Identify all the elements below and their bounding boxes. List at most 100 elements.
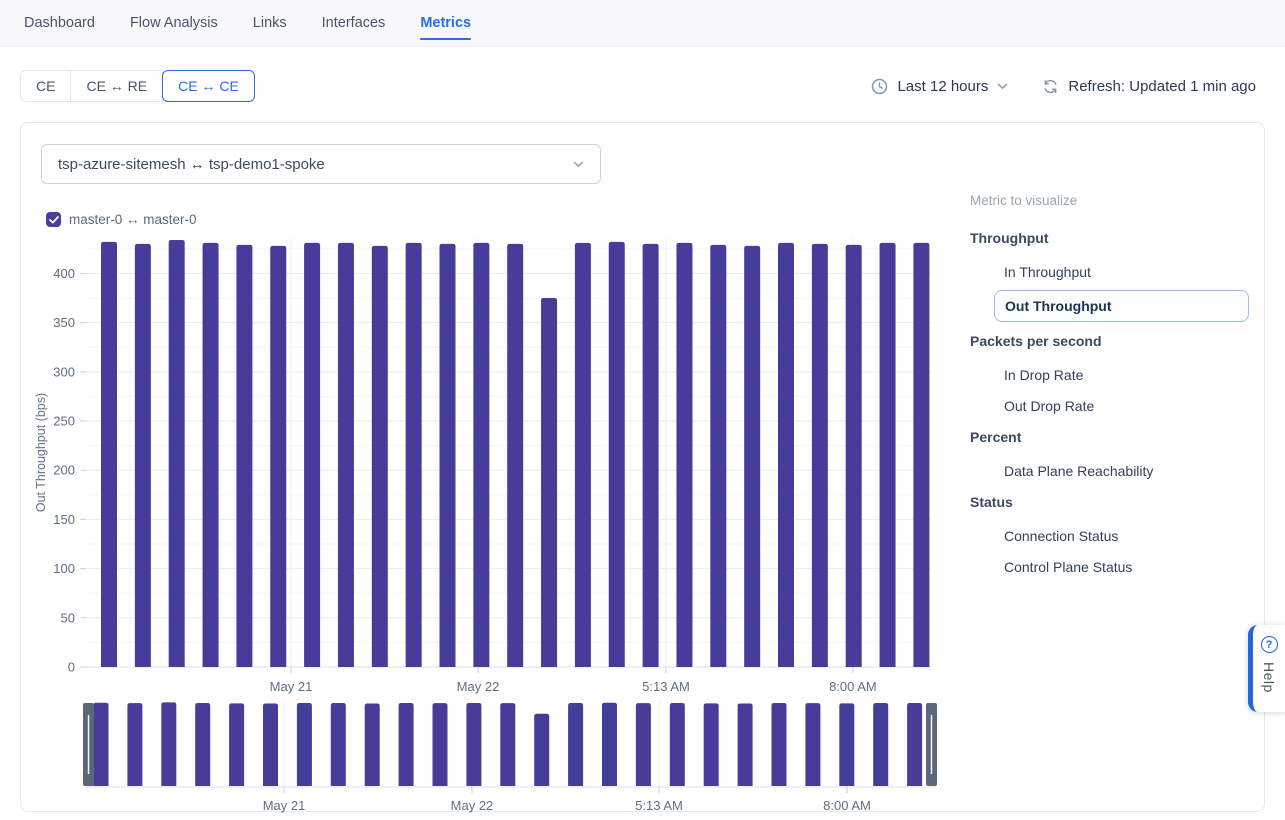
metrics-chart-svg: 0 50 100 150 200 250 300 350 400 May 21 May 22 5:13… xyxy=(21,223,966,815)
nav-bar xyxy=(161,702,176,786)
nav-bar xyxy=(602,703,617,786)
chart-bar[interactable] xyxy=(203,243,219,667)
refresh-status: Refresh: Updated 1 min ago xyxy=(1068,78,1256,95)
time-range-button[interactable]: Last 12 hours xyxy=(871,78,1008,95)
chart-bar[interactable] xyxy=(778,243,794,667)
y-axis-title: Out Throughput (bps) xyxy=(34,393,48,512)
chart-bar[interactable] xyxy=(473,243,489,667)
nav-bar xyxy=(229,703,244,786)
x-tick-label: May 22 xyxy=(457,679,500,694)
time-range-label: Last 12 hours xyxy=(897,78,988,95)
chart-bar[interactable] xyxy=(406,243,422,667)
segment-ce[interactable]: CE xyxy=(20,70,71,102)
y-tick-label: 0 xyxy=(68,660,75,675)
nav-bar xyxy=(195,703,210,786)
segment-ce-ce[interactable]: CE ↔ CE xyxy=(162,70,255,102)
chart-bar[interactable] xyxy=(169,240,185,667)
metric-item-out-throughput[interactable]: Out Throughput xyxy=(994,290,1249,322)
top-nav: Dashboard Flow Analysis Links Interfaces… xyxy=(0,0,1285,47)
chart-bar[interactable] xyxy=(744,246,760,667)
x-tick-label: 8:00 AM xyxy=(829,679,877,694)
x-tick-label: May 21 xyxy=(270,679,313,694)
chart-bar[interactable] xyxy=(609,242,625,667)
toolbar: CE CE ↔ RE CE ↔ CE Last 12 hours Refr xyxy=(0,47,1285,102)
metrics-card: tsp-azure-sitemesh ↔ tsp-demo1-spoke mas… xyxy=(20,122,1265,812)
peer-type-segmented-control: CE CE ↔ RE CE ↔ CE xyxy=(20,70,255,102)
nav-bar xyxy=(907,703,922,786)
y-tick-label: 250 xyxy=(53,414,75,429)
nav-bar xyxy=(399,703,414,786)
nav-item-metrics[interactable]: Metrics xyxy=(420,15,471,31)
y-tick-label: 300 xyxy=(53,364,75,379)
chart-bar[interactable] xyxy=(846,245,862,667)
nav-tick-label: 8:00 AM xyxy=(823,798,871,813)
nav-bar xyxy=(670,703,685,786)
chart-bar[interactable] xyxy=(372,246,388,667)
nav-bar xyxy=(500,703,515,786)
chart-bar[interactable] xyxy=(270,246,286,667)
nav-bar xyxy=(331,703,346,786)
peer-select[interactable]: tsp-azure-sitemesh ↔ tsp-demo1-spoke xyxy=(41,144,601,184)
y-tick-label: 50 xyxy=(61,610,75,625)
nav-item-dashboard[interactable]: Dashboard xyxy=(24,15,95,31)
metric-group-throughput: Throughput xyxy=(970,230,1270,246)
nav-item-interfaces[interactable]: Interfaces xyxy=(322,15,386,31)
metric-group-status: Status xyxy=(970,494,1270,510)
metric-item-connection-status[interactable]: Connection Status xyxy=(970,528,1270,544)
chart-bar[interactable] xyxy=(101,242,117,667)
metric-group-pps: Packets per second xyxy=(970,333,1270,349)
metric-item-data-plane-reachability[interactable]: Data Plane Reachability xyxy=(970,463,1270,479)
nav-bar xyxy=(568,703,583,786)
chart-bar[interactable] xyxy=(440,244,456,667)
nav-bar xyxy=(534,714,549,786)
refresh-button[interactable]: Refresh: Updated 1 min ago xyxy=(1042,78,1256,95)
chevron-down-icon xyxy=(997,83,1008,90)
clock-icon xyxy=(871,78,888,95)
nav-bar xyxy=(433,703,448,786)
chart-bar[interactable] xyxy=(338,243,354,667)
segment-ce-re[interactable]: CE ↔ RE xyxy=(70,70,163,102)
chart-bar[interactable] xyxy=(135,244,151,667)
y-tick-label: 100 xyxy=(53,561,75,576)
nav-bar xyxy=(263,704,278,786)
nav-bar xyxy=(365,704,380,786)
chart-bar[interactable] xyxy=(236,245,252,667)
chart-bar[interactable] xyxy=(304,243,320,667)
y-tick-label: 200 xyxy=(53,463,75,478)
chart-bar[interactable] xyxy=(643,244,659,667)
nav-item-flow-analysis[interactable]: Flow Analysis xyxy=(130,15,218,31)
chart-bar[interactable] xyxy=(913,243,929,667)
nav-bar xyxy=(839,703,854,786)
chart-bar[interactable] xyxy=(575,243,591,667)
y-tick-label: 150 xyxy=(53,512,75,527)
nav-bar xyxy=(297,703,312,786)
select-chevron-icon xyxy=(573,161,584,168)
nav-tick-label: May 21 xyxy=(263,798,306,813)
chart-bar[interactable] xyxy=(710,245,726,667)
metric-panel: Metric to visualize Throughput In Throug… xyxy=(970,193,1270,590)
y-tick-label: 400 xyxy=(53,266,75,281)
help-button[interactable]: ? Help xyxy=(1248,625,1285,712)
nav-bar xyxy=(772,703,787,786)
metric-item-control-plane-status[interactable]: Control Plane Status xyxy=(970,559,1270,575)
metric-item-out-drop-rate[interactable]: Out Drop Rate xyxy=(970,398,1270,414)
metric-item-in-throughput[interactable]: In Throughput xyxy=(970,264,1270,280)
x-tick-label: 5:13 AM xyxy=(642,679,690,694)
nav-bar xyxy=(704,703,719,786)
nav-bar xyxy=(127,703,142,786)
y-tick-label: 350 xyxy=(53,315,75,330)
nav-tick-label: 5:13 AM xyxy=(635,798,683,813)
metric-item-in-drop-rate[interactable]: In Drop Rate xyxy=(970,367,1270,383)
chart-bar[interactable] xyxy=(812,244,828,667)
metric-panel-title: Metric to visualize xyxy=(970,193,1270,208)
chart-bar[interactable] xyxy=(541,298,557,667)
chart-bar[interactable] xyxy=(507,244,523,667)
nav-bar xyxy=(94,703,109,786)
refresh-icon xyxy=(1042,78,1059,95)
nav-tick-label: May 22 xyxy=(451,798,494,813)
nav-item-links[interactable]: Links xyxy=(253,15,287,31)
chart-bar[interactable] xyxy=(676,243,692,667)
chart-bar[interactable] xyxy=(880,243,896,667)
peer-select-value: tsp-azure-sitemesh ↔ tsp-demo1-spoke xyxy=(58,156,325,173)
chart-area: 0 50 100 150 200 250 300 350 400 May 21 May 22 5:13… xyxy=(21,223,966,815)
